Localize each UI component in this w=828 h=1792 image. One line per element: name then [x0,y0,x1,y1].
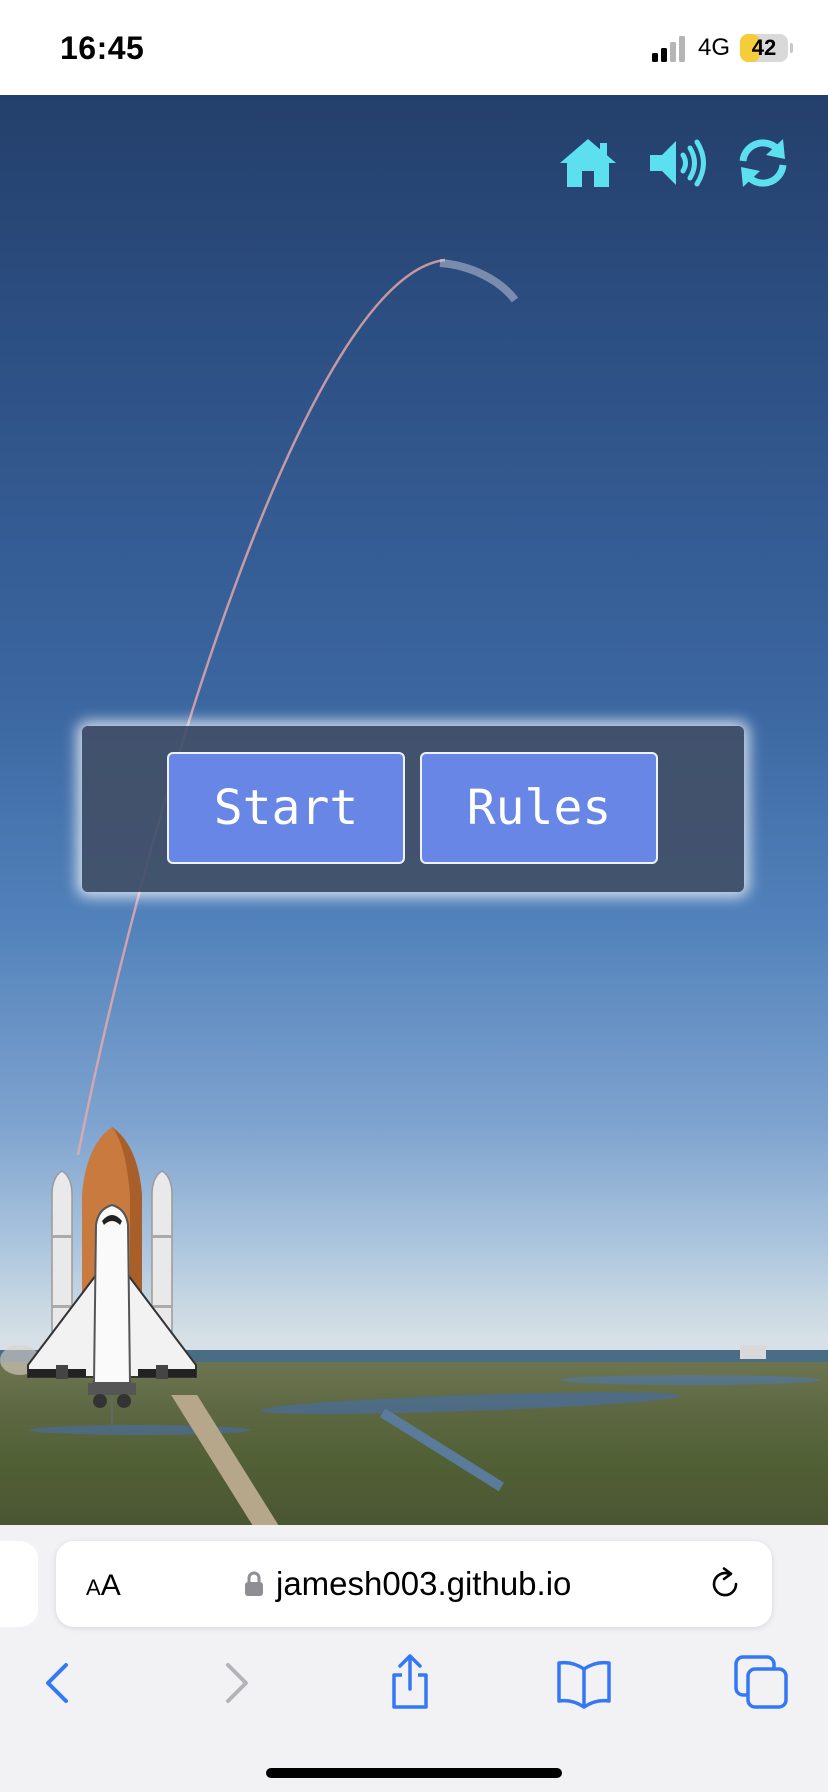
browser-chrome: AA jamesh003.github.io [0,1525,828,1792]
cellular-signal-icon [652,36,685,62]
space-shuttle [27,1127,197,1425]
address-bar[interactable]: AA jamesh003.github.io [56,1541,772,1627]
start-button[interactable]: Start [167,752,405,864]
previous-tab-preview[interactable] [0,1541,38,1627]
browser-toolbar [0,1653,828,1723]
game-menu-panel: Start Rules [82,726,744,892]
reload-icon[interactable] [708,1567,742,1601]
battery-terminal [790,43,793,53]
share-icon[interactable] [380,1653,440,1713]
status-bar: 16:45 4G 42 [0,0,828,95]
back-icon[interactable] [28,1653,88,1713]
home-indicator [266,1768,562,1778]
network-type: 4G [698,34,731,61]
bookmarks-icon[interactable] [554,1653,614,1713]
home-icon[interactable] [558,135,618,191]
status-time: 16:45 [60,30,145,66]
url-text: jamesh003.github.io [276,1565,572,1602]
launch-pad [740,1345,766,1359]
battery-icon: 42 [740,34,788,62]
rules-button[interactable]: Rules [420,752,658,864]
refresh-icon[interactable] [733,135,793,191]
forward-icon[interactable] [206,1653,266,1713]
game-scene: Start Rules [0,95,828,1525]
lock-icon [245,1571,263,1596]
text-size-button[interactable]: AA [86,1569,121,1603]
tabs-icon[interactable] [732,1653,792,1713]
battery-level: 42 [751,35,777,60]
lagoon [560,1375,820,1385]
speaker-icon[interactable] [648,135,708,191]
